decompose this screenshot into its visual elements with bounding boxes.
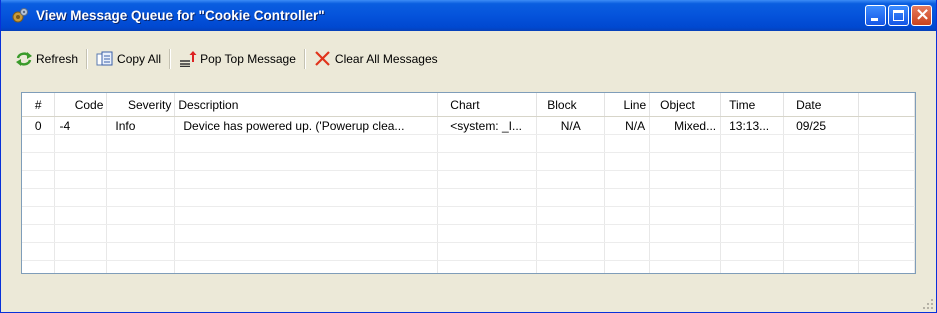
maximize-icon: [893, 10, 904, 21]
clear-all-messages-label: Clear All Messages: [334, 52, 438, 66]
close-button[interactable]: ×: [911, 5, 932, 26]
gear-icon: [12, 7, 28, 22]
close-icon: ×: [915, 4, 931, 25]
cell-severity: Info: [106, 116, 176, 135]
maximize-button[interactable]: [888, 5, 909, 26]
copy-icon: [96, 51, 113, 66]
column-header[interactable]: #: [22, 93, 56, 117]
column-header[interactable]: Description: [174, 93, 439, 117]
table-row[interactable]: 0 -4 Info Device has powered up. ('Power…: [22, 116, 915, 135]
message-table: # Code Severity Description Chart Block …: [22, 93, 915, 273]
column-header[interactable]: Date: [783, 93, 860, 117]
empty-row: [22, 206, 915, 225]
cell-date: 09/25: [783, 116, 860, 135]
title-bar[interactable]: View Message Queue for "Cookie Controlle…: [1, 0, 936, 31]
message-queue-window: View Message Queue for "Cookie Controlle…: [0, 0, 937, 313]
cell-block: N/A: [536, 116, 606, 135]
column-header[interactable]: Line: [604, 93, 651, 117]
cell-object: Mixed...: [649, 116, 722, 135]
message-grid[interactable]: # Code Severity Description Chart Block …: [21, 92, 916, 274]
column-header-filler: [858, 93, 915, 117]
pop-top-message-button[interactable]: Pop Top Message: [175, 48, 300, 70]
copy-all-button[interactable]: Copy All: [92, 48, 165, 70]
minimize-button[interactable]: [865, 5, 886, 26]
refresh-label: Refresh: [36, 52, 79, 66]
clear-x-icon: [315, 51, 330, 66]
empty-row: [22, 224, 915, 243]
resize-grip-icon[interactable]: [922, 298, 934, 310]
empty-row: [22, 134, 915, 153]
pop-message-icon: [180, 51, 197, 67]
cell-index: 0: [22, 116, 56, 135]
refresh-icon: [16, 52, 32, 66]
column-header[interactable]: Time: [720, 93, 785, 117]
window-title: View Message Queue for "Cookie Controlle…: [36, 8, 325, 23]
cell-description: Device has powered up. ('Powerup clea...: [174, 116, 439, 135]
cell-code: -4: [54, 116, 108, 135]
toolbar: Refresh Copy All Pop Top Message Clear A…: [11, 48, 442, 70]
column-header[interactable]: Block: [536, 93, 606, 117]
refresh-button[interactable]: Refresh: [11, 48, 82, 70]
column-header[interactable]: Severity: [106, 93, 176, 117]
column-header[interactable]: Object: [649, 93, 722, 117]
empty-row: [22, 170, 915, 189]
empty-row: [22, 260, 915, 273]
minimize-icon: [871, 18, 878, 21]
empty-row: [22, 242, 915, 261]
column-header[interactable]: Code: [54, 93, 108, 117]
copy-all-label: Copy All: [117, 52, 162, 66]
cell-time: 13:13...: [720, 116, 785, 135]
empty-row: [22, 152, 915, 171]
cell-line: N/A: [604, 116, 651, 135]
clear-all-messages-button[interactable]: Clear All Messages: [310, 48, 442, 70]
empty-row: [22, 188, 915, 207]
cell-chart: <system: _I...: [437, 116, 538, 135]
table-header-row: # Code Severity Description Chart Block …: [22, 93, 915, 117]
toolbar-separator: [86, 49, 89, 69]
column-header[interactable]: Chart: [437, 93, 538, 117]
toolbar-separator: [169, 49, 172, 69]
pop-top-message-label: Pop Top Message: [200, 52, 296, 66]
toolbar-separator: [303, 49, 306, 69]
window-controls: ×: [865, 5, 932, 26]
cell-filler: [858, 116, 915, 135]
